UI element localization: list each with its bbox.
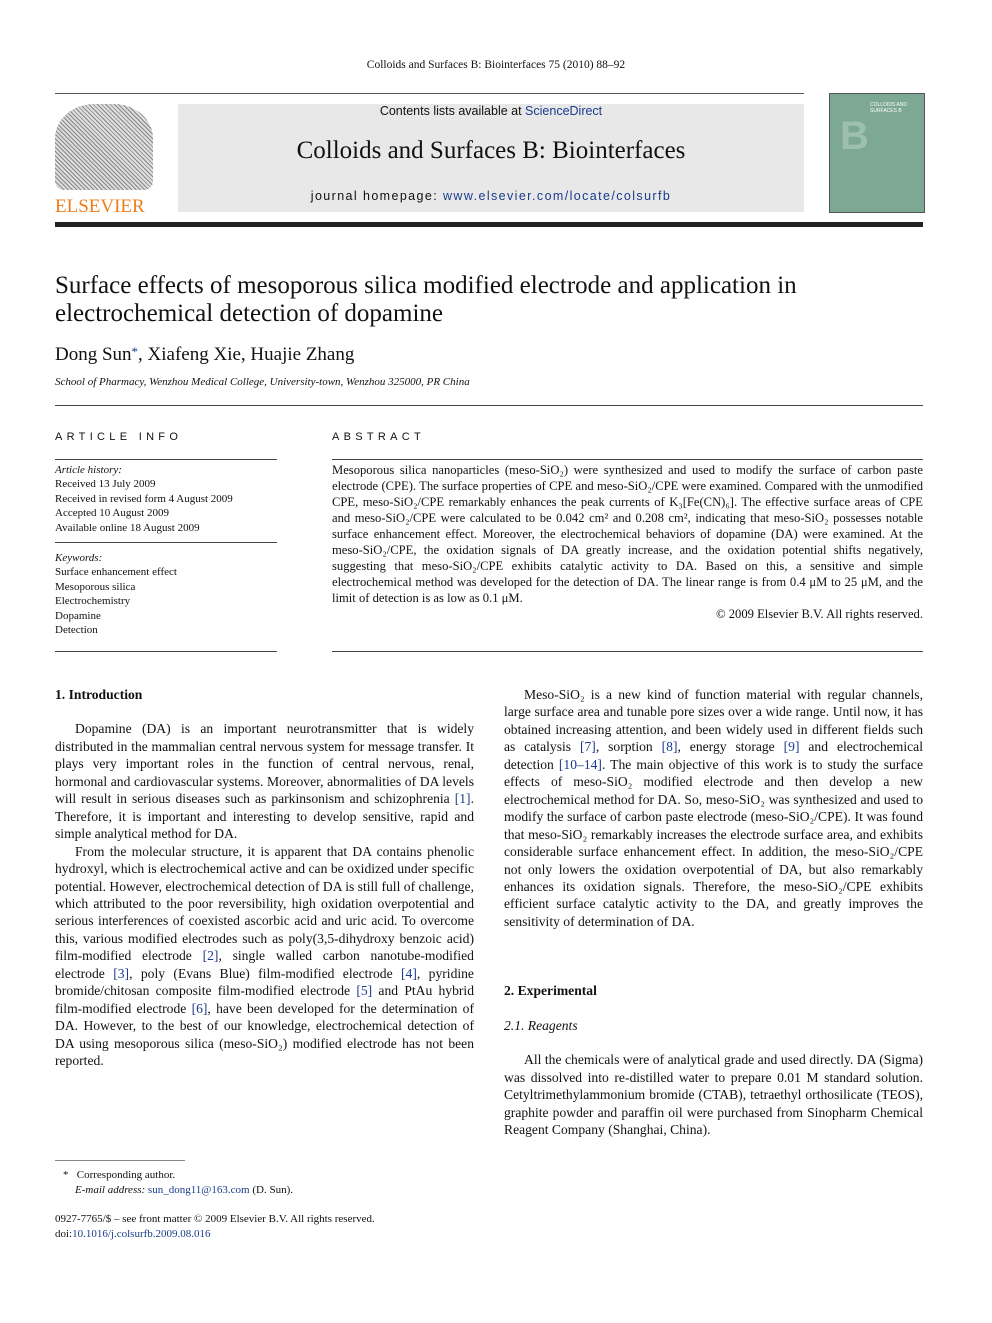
paragraph-text: , energy storage (677, 739, 784, 755)
article-title: Surface effects of mesoporous silica mod… (55, 272, 797, 327)
paragraph-text: Dopamine (DA) is an important neurotrans… (55, 721, 474, 807)
paragraph-text: , poly (Evans Blue) film-modified electr… (129, 965, 402, 981)
elsevier-wordmark: ELSEVIER (55, 196, 145, 217)
reference-link[interactable]: [1] (455, 791, 471, 806)
author-name: Dong Sun (55, 344, 132, 365)
divider (55, 459, 277, 460)
reference-link[interactable]: [4] (401, 966, 417, 981)
doi-link[interactable]: 10.1016/j.colsurfb.2009.08.016 (72, 1228, 210, 1240)
doi-label: doi: (55, 1228, 73, 1240)
author-names: , Xiafeng Xie, Huajie Zhang (138, 344, 355, 365)
homepage-label: journal homepage: (310, 189, 443, 203)
article-info: Article history: Received 13 July 2009 Re… (55, 463, 277, 637)
reference-link[interactable]: [10–14] (559, 757, 602, 772)
cover-letter: B (840, 114, 869, 158)
copyright: © 2009 Elsevier B.V. All rights reserved… (716, 607, 923, 621)
reference-link[interactable]: [8] (662, 739, 678, 754)
history-item: Available online 18 August 2009 (55, 521, 200, 534)
corresponding-author-label: Corresponding author. (76, 1169, 176, 1181)
bottom-info: 0927-7765/$ – see front matter © 2009 El… (55, 1212, 375, 1242)
paragraph-text: All the chemicals were of analytical gra… (504, 1052, 923, 1138)
divider (332, 651, 923, 652)
email-suffix: (D. Sun). (249, 1183, 294, 1196)
reference-link[interactable]: [6] (192, 1001, 208, 1016)
article-info-heading: ARTICLE INFO (55, 431, 183, 443)
left-column: 1. Introduction Dopamine (DA) is an impo… (55, 686, 474, 1070)
elsevier-logo: ELSEVIER (55, 104, 155, 217)
email-label: E-mail address: (75, 1183, 148, 1196)
paragraph-text: , sorption (595, 739, 662, 755)
abstract-heading: ABSTRACT (332, 431, 426, 443)
header-bar (55, 222, 923, 227)
right-column: Meso-SiO₂ is a new kind of function mate… (504, 686, 923, 1139)
journal-banner: Contents lists available at ScienceDirec… (178, 104, 804, 212)
reference-link[interactable]: [5] (356, 983, 372, 998)
authors: Dong Sun*, Xiafeng Xie, Huajie Zhang (55, 344, 354, 366)
cover-title: COLLOIDS AND SURFACES B (870, 102, 907, 114)
reference-link[interactable]: [7] (580, 739, 596, 754)
reference-link[interactable]: [3] (113, 966, 129, 981)
divider (55, 405, 923, 406)
paper-page: Colloids and Surfaces B: Biointerfaces 7… (0, 0, 992, 1323)
reference-link[interactable]: [9] (784, 739, 800, 754)
subsection-heading-reagents: 2.1. Reagents (504, 1017, 578, 1033)
divider (332, 459, 923, 460)
tree-logo-icon (55, 104, 153, 190)
abstract: Mesoporous silica nanoparticles (meso-Si… (332, 462, 923, 622)
abstract-text: Mesoporous silica nanoparticles (meso-Si… (332, 463, 923, 605)
footnote-divider (55, 1160, 185, 1161)
paragraph: Dopamine (DA) is an important neurotrans… (55, 720, 474, 842)
contents-text: Contents lists available at (379, 104, 526, 118)
keywords-label: Keywords: (55, 552, 103, 565)
affiliation: School of Pharmacy, Wenzhou Medical Coll… (55, 376, 470, 388)
paragraph-text: . The main objective of this work is to … (504, 756, 923, 929)
sciencedirect-link[interactable]: ScienceDirect (525, 104, 602, 118)
keyword: Electrochemistry (55, 595, 131, 608)
reference-link[interactable]: [2] (203, 948, 219, 963)
keyword: Dopamine (55, 609, 101, 622)
journal-cover-image: COLLOIDS AND SURFACES B B (829, 93, 925, 213)
issn-line: 0927-7765/$ – see front matter © 2009 El… (55, 1213, 375, 1225)
paragraph-text: From the molecular structure, it is appa… (55, 843, 474, 964)
paragraph: Meso-SiO₂ is a new kind of function mate… (504, 686, 923, 930)
journal-title: Colloids and Surfaces B: Biointerfaces (296, 137, 686, 164)
section-heading-experimental: 2. Experimental (504, 983, 597, 999)
divider (55, 93, 804, 94)
homepage-link[interactable]: www.elsevier.com/locate/colsurfb (443, 189, 671, 203)
history-label: Article history: (55, 464, 122, 476)
keyword: Surface enhancement effect (55, 566, 177, 579)
divider (55, 651, 277, 652)
history-item: Received in revised form 4 August 2009 (55, 492, 233, 505)
paragraph: All the chemicals were of analytical gra… (504, 1051, 923, 1138)
keyword: Mesoporous silica (55, 580, 136, 593)
journal-citation: Colloids and Surfaces B: Biointerfaces 7… (366, 59, 626, 71)
footnote-mark: * (63, 1169, 69, 1181)
footnote: * Corresponding author. E-mail address: … (55, 1168, 293, 1197)
paragraph: From the molecular structure, it is appa… (55, 843, 474, 1070)
section-heading-introduction: 1. Introduction (55, 687, 143, 702)
history-item: Received 13 July 2009 (55, 478, 156, 491)
keyword: Detection (55, 624, 98, 637)
email-link[interactable]: sun_dong11@163.com (148, 1184, 250, 1196)
history-item: Accepted 10 August 2009 (55, 507, 169, 520)
